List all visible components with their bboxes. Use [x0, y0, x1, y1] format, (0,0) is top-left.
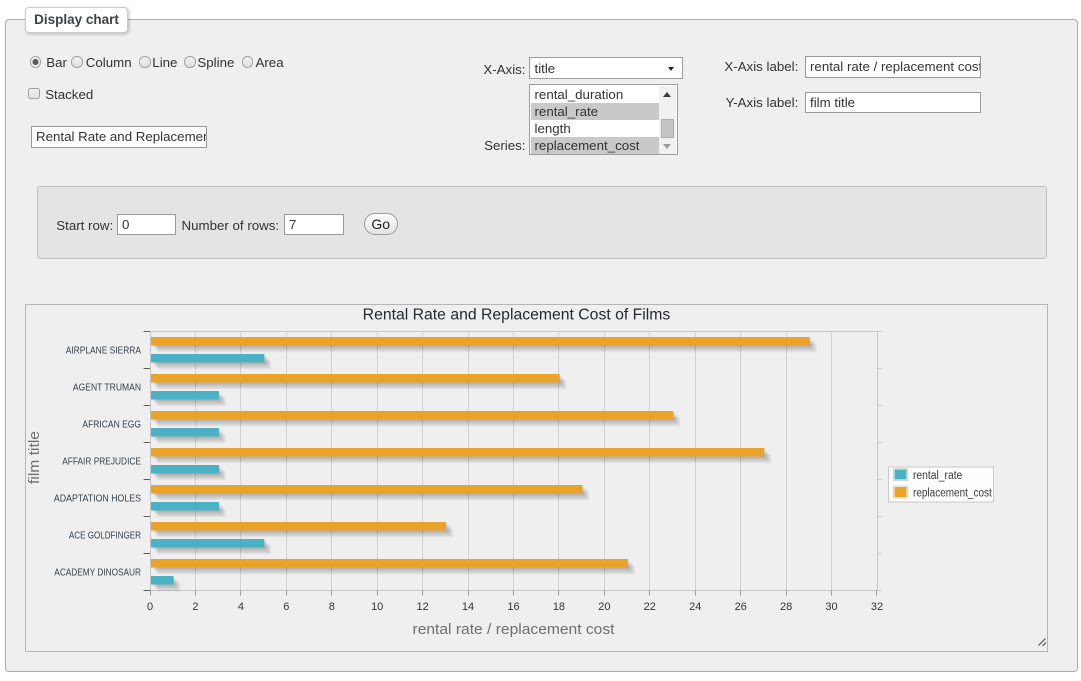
svg-text:14: 14: [462, 601, 474, 613]
svg-text:30: 30: [825, 601, 837, 613]
svg-text:24: 24: [689, 601, 701, 613]
svg-text:Rental Rate and Replacement Co: Rental Rate and Replacement Cost of Film…: [363, 307, 671, 324]
svg-text:8: 8: [329, 601, 335, 613]
svg-text:32: 32: [871, 601, 883, 613]
svg-text:rental_rate: rental_rate: [913, 470, 962, 482]
svg-text:AIRPLANE SIERRA: AIRPLANE SIERRA: [66, 345, 142, 356]
svg-text:ADAPTATION HOLES: ADAPTATION HOLES: [54, 493, 141, 504]
svg-text:2: 2: [192, 601, 198, 613]
svg-text:AFRICAN EGG: AFRICAN EGG: [82, 419, 141, 430]
svg-text:film title: film title: [27, 431, 43, 484]
svg-text:16: 16: [507, 601, 519, 613]
svg-text:10: 10: [371, 601, 383, 613]
svg-text:20: 20: [598, 601, 610, 613]
svg-text:12: 12: [416, 601, 428, 613]
svg-text:ACE GOLDFINGER: ACE GOLDFINGER: [69, 530, 141, 541]
svg-text:rental rate / replacement cost: rental rate / replacement cost: [413, 622, 615, 638]
svg-text:AFFAIR PREJUDICE: AFFAIR PREJUDICE: [62, 456, 141, 467]
svg-text:28: 28: [780, 601, 792, 613]
svg-text:26: 26: [735, 601, 747, 613]
svg-text:4: 4: [238, 601, 244, 613]
svg-text:6: 6: [283, 601, 289, 613]
svg-text:0: 0: [147, 601, 153, 613]
svg-text:ACADEMY DINOSAUR: ACADEMY DINOSAUR: [54, 567, 141, 578]
svg-text:AGENT TRUMAN: AGENT TRUMAN: [73, 382, 141, 393]
svg-text:18: 18: [553, 601, 565, 613]
svg-text:22: 22: [644, 601, 656, 613]
svg-text:replacement_cost: replacement_cost: [913, 488, 992, 500]
